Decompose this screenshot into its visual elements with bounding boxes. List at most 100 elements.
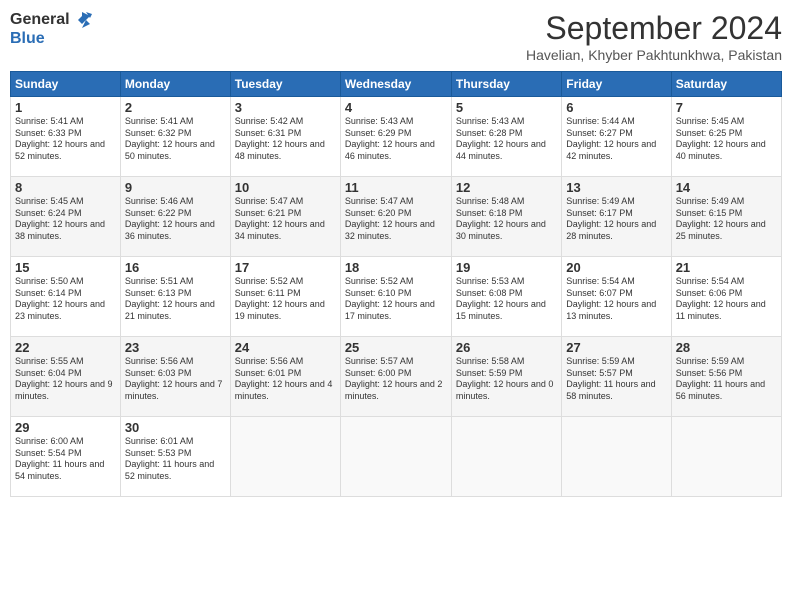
day-info: Sunrise: 5:59 AMSunset: 5:56 PMDaylight:… xyxy=(676,356,777,403)
day-number: 2 xyxy=(125,100,226,115)
day-info: Sunrise: 5:52 AMSunset: 6:10 PMDaylight:… xyxy=(345,276,447,323)
day-info: Sunrise: 5:55 AMSunset: 6:04 PMDaylight:… xyxy=(15,356,116,403)
day-info: Sunrise: 5:43 AMSunset: 6:29 PMDaylight:… xyxy=(345,116,447,163)
day-info: Sunrise: 5:59 AMSunset: 5:57 PMDaylight:… xyxy=(566,356,666,403)
calendar-cell xyxy=(451,417,561,497)
day-number: 27 xyxy=(566,340,666,355)
day-number: 6 xyxy=(566,100,666,115)
day-info: Sunrise: 6:01 AMSunset: 5:53 PMDaylight:… xyxy=(125,436,226,483)
day-number: 10 xyxy=(235,180,336,195)
calendar-cell: 21 Sunrise: 5:54 AMSunset: 6:06 PMDaylig… xyxy=(671,257,781,337)
location-subtitle: Havelian, Khyber Pakhtunkhwa, Pakistan xyxy=(526,47,782,63)
day-info: Sunrise: 5:56 AMSunset: 6:03 PMDaylight:… xyxy=(125,356,226,403)
day-number: 13 xyxy=(566,180,666,195)
day-number: 29 xyxy=(15,420,116,435)
day-header-thursday: Thursday xyxy=(451,72,561,97)
day-info: Sunrise: 5:57 AMSunset: 6:00 PMDaylight:… xyxy=(345,356,447,403)
calendar-cell xyxy=(340,417,451,497)
day-number: 30 xyxy=(125,420,226,435)
calendar-cell: 9 Sunrise: 5:46 AMSunset: 6:22 PMDayligh… xyxy=(120,177,230,257)
day-number: 3 xyxy=(235,100,336,115)
logo-bird-icon xyxy=(72,10,92,30)
day-info: Sunrise: 5:58 AMSunset: 5:59 PMDaylight:… xyxy=(456,356,557,403)
calendar-cell: 25 Sunrise: 5:57 AMSunset: 6:00 PMDaylig… xyxy=(340,337,451,417)
calendar-cell xyxy=(562,417,671,497)
calendar-cell: 19 Sunrise: 5:53 AMSunset: 6:08 PMDaylig… xyxy=(451,257,561,337)
day-info: Sunrise: 5:51 AMSunset: 6:13 PMDaylight:… xyxy=(125,276,226,323)
calendar-cell: 1 Sunrise: 5:41 AMSunset: 6:33 PMDayligh… xyxy=(11,97,121,177)
month-title: September 2024 xyxy=(526,10,782,47)
calendar-cell: 22 Sunrise: 5:55 AMSunset: 6:04 PMDaylig… xyxy=(11,337,121,417)
day-info: Sunrise: 5:56 AMSunset: 6:01 PMDaylight:… xyxy=(235,356,336,403)
day-info: Sunrise: 5:44 AMSunset: 6:27 PMDaylight:… xyxy=(566,116,666,163)
calendar-cell: 12 Sunrise: 5:48 AMSunset: 6:18 PMDaylig… xyxy=(451,177,561,257)
page-header: General Blue September 2024 Havelian, Kh… xyxy=(10,10,782,63)
logo-blue: Blue xyxy=(10,30,92,48)
calendar-cell: 5 Sunrise: 5:43 AMSunset: 6:28 PMDayligh… xyxy=(451,97,561,177)
calendar-cell: 8 Sunrise: 5:45 AMSunset: 6:24 PMDayligh… xyxy=(11,177,121,257)
day-info: Sunrise: 5:45 AMSunset: 6:25 PMDaylight:… xyxy=(676,116,777,163)
day-info: Sunrise: 5:52 AMSunset: 6:11 PMDaylight:… xyxy=(235,276,336,323)
day-header-wednesday: Wednesday xyxy=(340,72,451,97)
calendar-cell: 7 Sunrise: 5:45 AMSunset: 6:25 PMDayligh… xyxy=(671,97,781,177)
calendar-cell: 20 Sunrise: 5:54 AMSunset: 6:07 PMDaylig… xyxy=(562,257,671,337)
calendar-cell: 27 Sunrise: 5:59 AMSunset: 5:57 PMDaylig… xyxy=(562,337,671,417)
calendar-week-1: 1 Sunrise: 5:41 AMSunset: 6:33 PMDayligh… xyxy=(11,97,782,177)
calendar-cell: 24 Sunrise: 5:56 AMSunset: 6:01 PMDaylig… xyxy=(230,337,340,417)
calendar-cell xyxy=(671,417,781,497)
day-number: 5 xyxy=(456,100,557,115)
calendar-cell: 16 Sunrise: 5:51 AMSunset: 6:13 PMDaylig… xyxy=(120,257,230,337)
day-info: Sunrise: 5:47 AMSunset: 6:21 PMDaylight:… xyxy=(235,196,336,243)
calendar-cell: 26 Sunrise: 5:58 AMSunset: 5:59 PMDaylig… xyxy=(451,337,561,417)
day-number: 7 xyxy=(676,100,777,115)
calendar-table: SundayMondayTuesdayWednesdayThursdayFrid… xyxy=(10,71,782,497)
day-info: Sunrise: 5:49 AMSunset: 6:17 PMDaylight:… xyxy=(566,196,666,243)
day-info: Sunrise: 5:41 AMSunset: 6:32 PMDaylight:… xyxy=(125,116,226,163)
day-info: Sunrise: 5:45 AMSunset: 6:24 PMDaylight:… xyxy=(15,196,116,243)
day-number: 20 xyxy=(566,260,666,275)
day-number: 12 xyxy=(456,180,557,195)
day-header-sunday: Sunday xyxy=(11,72,121,97)
day-header-friday: Friday xyxy=(562,72,671,97)
day-number: 14 xyxy=(676,180,777,195)
calendar-cell: 29 Sunrise: 6:00 AMSunset: 5:54 PMDaylig… xyxy=(11,417,121,497)
day-number: 18 xyxy=(345,260,447,275)
calendar-cell: 13 Sunrise: 5:49 AMSunset: 6:17 PMDaylig… xyxy=(562,177,671,257)
day-number: 4 xyxy=(345,100,447,115)
day-number: 16 xyxy=(125,260,226,275)
day-info: Sunrise: 5:41 AMSunset: 6:33 PMDaylight:… xyxy=(15,116,116,163)
day-info: Sunrise: 5:47 AMSunset: 6:20 PMDaylight:… xyxy=(345,196,447,243)
day-number: 21 xyxy=(676,260,777,275)
day-info: Sunrise: 5:48 AMSunset: 6:18 PMDaylight:… xyxy=(456,196,557,243)
day-number: 26 xyxy=(456,340,557,355)
calendar-week-3: 15 Sunrise: 5:50 AMSunset: 6:14 PMDaylig… xyxy=(11,257,782,337)
day-number: 19 xyxy=(456,260,557,275)
day-number: 17 xyxy=(235,260,336,275)
day-number: 15 xyxy=(15,260,116,275)
calendar-week-2: 8 Sunrise: 5:45 AMSunset: 6:24 PMDayligh… xyxy=(11,177,782,257)
day-header-monday: Monday xyxy=(120,72,230,97)
calendar-cell: 10 Sunrise: 5:47 AMSunset: 6:21 PMDaylig… xyxy=(230,177,340,257)
day-number: 22 xyxy=(15,340,116,355)
day-info: Sunrise: 6:00 AMSunset: 5:54 PMDaylight:… xyxy=(15,436,116,483)
calendar-cell: 4 Sunrise: 5:43 AMSunset: 6:29 PMDayligh… xyxy=(340,97,451,177)
logo-general: General xyxy=(10,11,70,29)
day-info: Sunrise: 5:53 AMSunset: 6:08 PMDaylight:… xyxy=(456,276,557,323)
day-info: Sunrise: 5:50 AMSunset: 6:14 PMDaylight:… xyxy=(15,276,116,323)
day-info: Sunrise: 5:49 AMSunset: 6:15 PMDaylight:… xyxy=(676,196,777,243)
calendar-cell: 11 Sunrise: 5:47 AMSunset: 6:20 PMDaylig… xyxy=(340,177,451,257)
day-info: Sunrise: 5:43 AMSunset: 6:28 PMDaylight:… xyxy=(456,116,557,163)
calendar-cell: 23 Sunrise: 5:56 AMSunset: 6:03 PMDaylig… xyxy=(120,337,230,417)
calendar-cell: 18 Sunrise: 5:52 AMSunset: 6:10 PMDaylig… xyxy=(340,257,451,337)
calendar-header-row: SundayMondayTuesdayWednesdayThursdayFrid… xyxy=(11,72,782,97)
day-number: 1 xyxy=(15,100,116,115)
day-number: 28 xyxy=(676,340,777,355)
logo: General Blue xyxy=(10,10,92,48)
calendar-cell: 6 Sunrise: 5:44 AMSunset: 6:27 PMDayligh… xyxy=(562,97,671,177)
day-header-tuesday: Tuesday xyxy=(230,72,340,97)
calendar-cell: 3 Sunrise: 5:42 AMSunset: 6:31 PMDayligh… xyxy=(230,97,340,177)
calendar-cell: 17 Sunrise: 5:52 AMSunset: 6:11 PMDaylig… xyxy=(230,257,340,337)
day-info: Sunrise: 5:46 AMSunset: 6:22 PMDaylight:… xyxy=(125,196,226,243)
calendar-week-5: 29 Sunrise: 6:00 AMSunset: 5:54 PMDaylig… xyxy=(11,417,782,497)
day-info: Sunrise: 5:42 AMSunset: 6:31 PMDaylight:… xyxy=(235,116,336,163)
